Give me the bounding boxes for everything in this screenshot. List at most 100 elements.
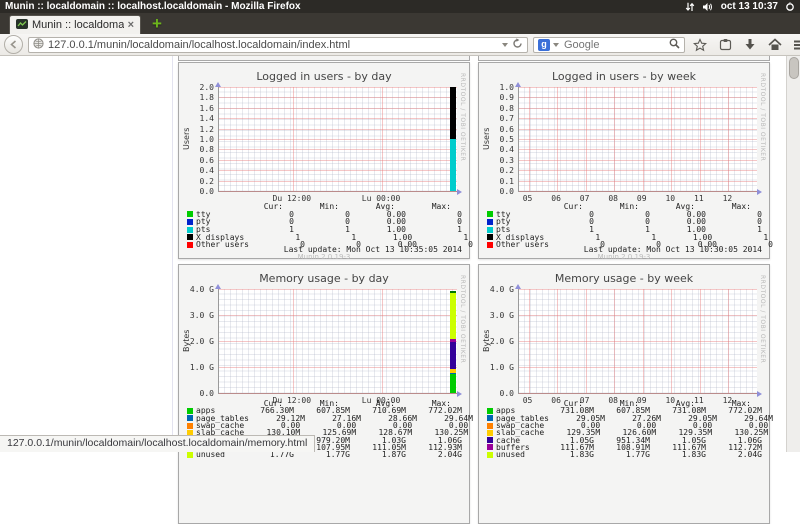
tab-close-icon[interactable]: × bbox=[128, 19, 134, 31]
major-gridline-h bbox=[219, 87, 457, 88]
axis-arrow-up-icon bbox=[215, 284, 221, 289]
tab-title: Munin :: localdomai... bbox=[32, 19, 124, 31]
y-tick-label: 0.7 bbox=[479, 114, 514, 123]
chart-title: Memory usage - by day bbox=[179, 272, 469, 285]
home-icon bbox=[768, 38, 782, 51]
downloads-button[interactable] bbox=[740, 36, 760, 54]
major-gridline-v bbox=[728, 87, 729, 191]
major-gridline-h bbox=[219, 129, 457, 130]
legend-series-name: Other users bbox=[196, 240, 249, 249]
major-gridline-v bbox=[586, 289, 587, 393]
y-tick-label: 2.0 G bbox=[479, 337, 514, 346]
rrdtool-credit: RRDTOOL / TOBI OETIKER bbox=[459, 275, 466, 363]
major-gridline-h bbox=[519, 87, 757, 88]
major-gridline-h bbox=[519, 341, 757, 342]
legend-row: unused1.83G1.77G1.83G2.04G bbox=[487, 451, 762, 458]
chart-box-memory-day: Memory usage - by dayBytes4.0 G3.0 G2.0 … bbox=[178, 264, 470, 524]
graph-link-memory-week[interactable] bbox=[518, 289, 757, 394]
major-gridline-v bbox=[382, 289, 383, 393]
reload-icon[interactable] bbox=[512, 36, 523, 54]
urlbar-dropdown-icon[interactable] bbox=[502, 43, 508, 47]
y-tick-label: 0.0 bbox=[179, 187, 214, 196]
y-tick-label: 1.2 bbox=[179, 125, 214, 134]
scrollbar-thumb[interactable] bbox=[789, 57, 799, 79]
volume-icon[interactable] bbox=[702, 2, 714, 12]
google-search-icon[interactable]: g bbox=[538, 39, 550, 51]
status-link-preview: 127.0.0.1/munin/localdomain/localhost.lo… bbox=[0, 435, 315, 452]
y-tick-label: 0.4 bbox=[179, 166, 214, 175]
legend-color-swatch bbox=[487, 211, 493, 217]
clock[interactable]: oct 13 10:37 bbox=[721, 1, 778, 12]
y-tick-label: 0.9 bbox=[479, 93, 514, 102]
session-gear-icon[interactable] bbox=[785, 2, 795, 12]
legend-color-swatch bbox=[187, 234, 193, 240]
bookmark-star-button[interactable] bbox=[690, 36, 710, 54]
y-tick-label: 1.0 G bbox=[479, 363, 514, 372]
search-input[interactable] bbox=[562, 38, 666, 52]
y-tick-label: 1.4 bbox=[179, 114, 214, 123]
data-bar bbox=[450, 339, 456, 342]
legend-color-swatch bbox=[187, 227, 193, 233]
url-text[interactable]: 127.0.0.1/munin/localdomain/localhost.lo… bbox=[48, 39, 498, 51]
rrdtool-credit: RRDTOOL / TOBI OETIKER bbox=[759, 73, 766, 161]
data-bar bbox=[450, 373, 456, 374]
network-icon[interactable] bbox=[685, 2, 695, 12]
axis-arrow-right-icon bbox=[757, 391, 762, 397]
menu-button[interactable] bbox=[790, 36, 800, 54]
data-bar bbox=[450, 293, 456, 339]
major-gridline-h bbox=[219, 118, 457, 119]
major-gridline-h bbox=[519, 181, 757, 182]
y-tick-label: 3.0 G bbox=[179, 311, 214, 320]
major-gridline-h bbox=[519, 393, 757, 394]
major-gridline-h bbox=[519, 170, 757, 171]
site-globe-icon[interactable] bbox=[33, 36, 44, 54]
munin-version-text: Munin 2.0.19-3 bbox=[179, 253, 469, 261]
axis-arrow-right-icon bbox=[457, 391, 462, 397]
major-gridline-h bbox=[219, 97, 457, 98]
y-tick-label: 1.6 bbox=[179, 104, 214, 113]
graph-link-users-week[interactable] bbox=[518, 87, 757, 192]
magnifier-icon[interactable] bbox=[669, 36, 680, 54]
munin-favicon bbox=[16, 18, 28, 33]
y-tick-label: 0.2 bbox=[179, 177, 214, 186]
axis-arrow-up-icon bbox=[515, 82, 521, 87]
vertical-scrollbar[interactable] bbox=[786, 56, 800, 452]
major-gridline-h bbox=[219, 170, 457, 171]
bookmarks-panel-button[interactable] bbox=[715, 36, 735, 54]
legend-color-swatch bbox=[187, 242, 193, 248]
axis-arrow-up-icon bbox=[215, 82, 221, 87]
y-tick-label: 0.8 bbox=[479, 104, 514, 113]
search-box[interactable]: g bbox=[533, 37, 685, 53]
search-engine-dropdown-icon[interactable] bbox=[553, 43, 559, 47]
data-bar bbox=[450, 139, 456, 191]
new-tab-button[interactable]: + bbox=[152, 14, 162, 34]
major-gridline-h bbox=[519, 315, 757, 316]
chart-title: Logged in users - by week bbox=[479, 70, 769, 83]
tab-munin[interactable]: Munin :: localdomai... × bbox=[9, 15, 141, 34]
major-gridline-h bbox=[219, 108, 457, 109]
major-gridline-h bbox=[519, 118, 757, 119]
url-bar[interactable]: 127.0.0.1/munin/localdomain/localhost.lo… bbox=[28, 37, 528, 53]
major-gridline-v bbox=[700, 289, 701, 393]
major-gridline-v bbox=[586, 87, 587, 191]
home-button[interactable] bbox=[765, 36, 785, 54]
major-gridline-v bbox=[614, 289, 615, 393]
major-gridline-h bbox=[519, 149, 757, 150]
data-bar bbox=[450, 369, 456, 372]
legend-row: unused1.77G1.77G1.87G2.04G bbox=[187, 451, 462, 458]
axis-arrow-right-icon bbox=[757, 189, 762, 195]
major-gridline-h bbox=[519, 160, 757, 161]
legend-series-label: Other users bbox=[487, 240, 549, 249]
legend-color-swatch bbox=[187, 211, 193, 217]
y-tick-label: 2.0 bbox=[179, 83, 214, 92]
legend-color-swatch bbox=[487, 452, 493, 458]
major-gridline-v bbox=[671, 87, 672, 191]
legend-color-swatch bbox=[187, 452, 193, 458]
major-gridline-v bbox=[700, 87, 701, 191]
major-gridline-v bbox=[671, 289, 672, 393]
graph-link-users-day[interactable] bbox=[218, 87, 457, 192]
back-button[interactable] bbox=[4, 35, 23, 54]
major-gridline-v bbox=[529, 289, 530, 393]
major-gridline-h bbox=[519, 367, 757, 368]
graph-link-memory-day[interactable] bbox=[218, 289, 457, 394]
